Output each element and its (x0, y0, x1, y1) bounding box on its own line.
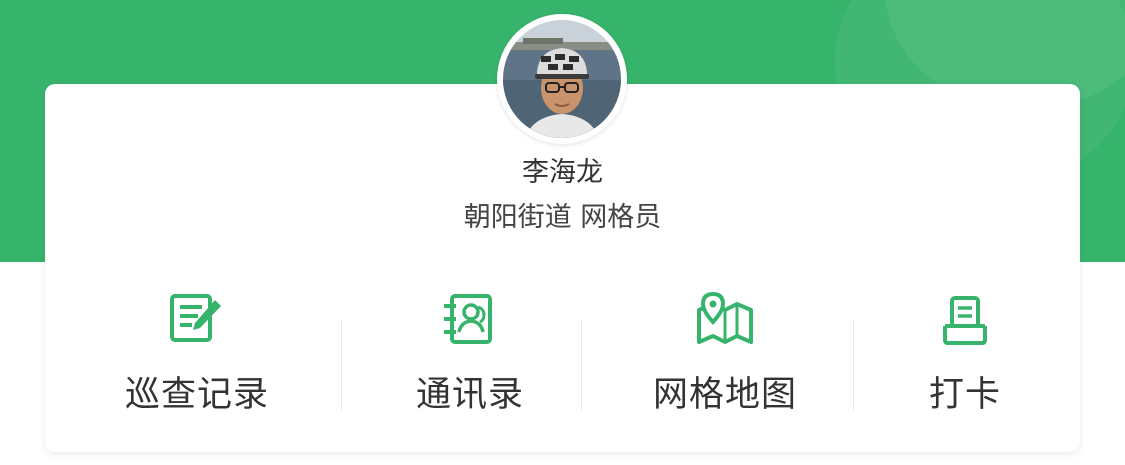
menu-item-grid-map[interactable]: 网格地图 (625, 290, 825, 430)
profile-role: 朝阳街道 网格员 (463, 202, 662, 233)
menu-label: 打卡 (928, 375, 1001, 415)
menu-item-patrol-records[interactable]: 巡查记录 (97, 290, 297, 430)
notepad-edit-icon (170, 294, 221, 342)
avatar-photo (503, 20, 621, 138)
avatar-photo-image (503, 20, 621, 138)
clock-in-icon (943, 296, 987, 345)
contacts-icon (444, 294, 492, 344)
menu-item-clock-in[interactable]: 打卡 (865, 290, 1065, 430)
map-pin-icon (697, 291, 753, 344)
divider (341, 320, 342, 410)
menu-label: 通讯录 (415, 375, 524, 415)
avatar[interactable] (497, 14, 627, 144)
divider (581, 320, 582, 410)
menu-label: 网格地图 (652, 375, 797, 415)
profile-name: 李海龙 (522, 157, 603, 188)
menu-item-contacts[interactable]: 通讯录 (370, 290, 570, 430)
menu-label: 巡查记录 (124, 375, 269, 415)
divider (853, 320, 854, 410)
